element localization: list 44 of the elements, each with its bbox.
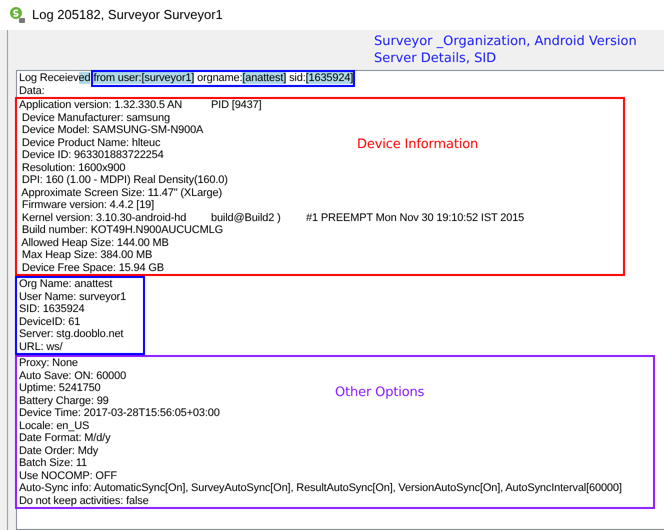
log-line: PID [9437] bbox=[211, 99, 262, 112]
log-line: #1 PREEMPT Mon Nov 30 19:10:52 IST 2015 bbox=[306, 212, 524, 224]
log-line: Date Order: Mdy bbox=[19, 444, 98, 457]
log-line: Server: stg.dooblo.net bbox=[19, 328, 124, 340]
log-text: Log Receieved bbox=[19, 72, 90, 84]
log-line: Battery Charge: 99 bbox=[19, 394, 109, 407]
log-line: Batch Size: 11 bbox=[19, 457, 88, 470]
log-line: Device Product Name: hlteuc bbox=[20, 136, 160, 149]
log-line: Org Name: anattest bbox=[19, 278, 112, 290]
log-line: Max Heap Size: 384.00 MB bbox=[20, 249, 152, 262]
log-line: Date Format: M/d/y bbox=[19, 432, 110, 444]
log-line: Allowed Heap Size: 144.00 MB bbox=[20, 236, 169, 249]
window-title: Log 205182, Surveyor Surveyor1 bbox=[32, 6, 223, 24]
log-line: Resolution: 1600x900 bbox=[20, 162, 126, 174]
annotation-text: Surveyor _Organization, Android Version bbox=[374, 33, 637, 50]
log-line: Uptime: 5241750 bbox=[19, 382, 101, 394]
log-line: Device Manufacturer: samsung bbox=[20, 112, 170, 124]
log-line: SID: 1635924 bbox=[19, 303, 84, 316]
log-line: DPI: 160 (1.00 - MDPI) Real Density(160.0) bbox=[20, 174, 228, 186]
annotation-label: Other Options bbox=[335, 385, 424, 401]
log-line: Kernel version: 3.10.30-android-hd bbox=[20, 212, 188, 224]
app-icon bbox=[8, 6, 26, 24]
log-line: Device Model: SAMSUNG-SM-N900A bbox=[20, 124, 204, 136]
log-line: Device Time: 2017-03-28T15:56:05+03:00 bbox=[19, 407, 220, 420]
log-line: Device Free Space: 15.94 GB bbox=[20, 262, 164, 274]
log-line: Proxy: None bbox=[19, 357, 78, 370]
log-line: Approximate Screen Size: 11.47" (XLarge) bbox=[20, 186, 222, 199]
annotation-label: Device Information bbox=[357, 137, 478, 153]
log-line: Locale: en_US bbox=[19, 420, 90, 432]
log-line: Use NOCOMP: OFF bbox=[19, 470, 117, 482]
log-line: DeviceID: 61 bbox=[19, 316, 80, 328]
log-line: Device ID: 963301883722254 bbox=[20, 149, 164, 162]
log-line: Application version: 1.32.330.5 AN bbox=[19, 99, 184, 112]
log-line: Build number: KOT49H.N900AUCUCMLG bbox=[20, 224, 223, 236]
log-line: User Name: surveyor1 bbox=[19, 290, 126, 303]
log-line: Do not keep activities: false bbox=[19, 494, 149, 507]
log-line: build@Build2 ) bbox=[211, 212, 282, 224]
log-line: URL: ws/ bbox=[19, 340, 62, 353]
outlined-log-text: from user:[surveyor1] orgname:[anattest] sid:[1635924] bbox=[91, 70, 356, 86]
annotation-text: Server Details, SID bbox=[374, 50, 496, 67]
log-line: Firmware version: 4.4.2 [19] bbox=[20, 199, 154, 212]
log-line: Auto Save: ON: 60000 bbox=[19, 370, 126, 382]
log-line: Auto-Sync info: AutomaticSync[On], SurveyAutoSync[On], ResultAutoSync[On], VersionAutoSync[On], AutoSyncInterval[60000] bbox=[19, 482, 622, 494]
log-text: Data: bbox=[19, 84, 45, 97]
